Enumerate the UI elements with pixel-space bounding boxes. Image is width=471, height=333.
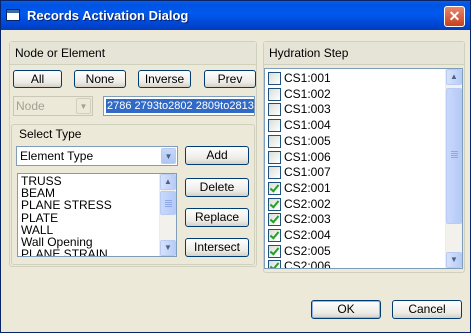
unchecked-checkbox[interactable]: [268, 72, 281, 85]
hydration-step-label: CS1:007: [284, 165, 331, 180]
close-button[interactable]: ✕: [444, 6, 465, 27]
hydration-step-label: CS2:003: [284, 212, 331, 227]
scroll-thumb[interactable]: [160, 191, 176, 215]
unchecked-checkbox[interactable]: [268, 150, 281, 164]
node-or-element-header: Node or Element: [10, 42, 256, 65]
unchecked-checkbox[interactable]: [268, 119, 281, 133]
scroll-down-icon[interactable]: ▼: [160, 240, 176, 256]
scroll-thumb[interactable]: [446, 88, 462, 224]
hydration-step-label: CS2:004: [284, 228, 331, 242]
hydration-step-header: Hydration Step: [264, 42, 464, 65]
ok-button[interactable]: OK: [311, 300, 381, 319]
scroll-up-icon[interactable]: ▲: [160, 174, 176, 190]
chevron-down-icon[interactable]: ▼: [161, 148, 176, 164]
records-activation-dialog: Records Activation Dialog ✕ Node or Elem…: [0, 0, 471, 333]
hydration-step-label: CS2:001: [284, 180, 331, 195]
node-element-type-combo[interactable]: Node ▼: [13, 96, 93, 116]
checked-checkbox[interactable]: [268, 181, 281, 195]
select-none-button[interactable]: None: [74, 70, 126, 88]
hydration-step-label: CS2:005: [284, 243, 331, 258]
inverse-button[interactable]: Inverse: [138, 70, 191, 88]
list-item[interactable]: PLANE STRESS: [21, 199, 112, 211]
element-type-combo[interactable]: Element Type ▼: [16, 146, 178, 166]
hydration-step-label: CS2:006: [284, 259, 331, 269]
selection-id-field[interactable]: 2786 2793to2802 2809to2813: [103, 96, 255, 116]
intersect-button[interactable]: Intersect: [185, 238, 249, 257]
unchecked-checkbox[interactable]: [268, 134, 281, 148]
unchecked-checkbox[interactable]: [268, 166, 281, 180]
hydration-step-title: Hydration Step: [269, 46, 349, 60]
scroll-up-icon[interactable]: ▲: [446, 69, 462, 85]
delete-button[interactable]: Delete: [185, 178, 249, 197]
window-title: Records Activation Dialog: [27, 8, 189, 23]
prev-button[interactable]: Prev: [204, 70, 256, 88]
selection-id-text: 2786 2793to2802 2809to2813: [106, 99, 254, 113]
unchecked-checkbox[interactable]: [268, 87, 281, 101]
node-element-type-value: Node: [16, 99, 45, 113]
hydration-step-label: CS2:002: [284, 196, 331, 211]
element-type-list: TRUSS BEAM PLANE STRESS PLATE WALL Wall Openi…: [21, 175, 112, 256]
hydration-step-label: CS1:005: [284, 133, 331, 148]
list-item[interactable]: PLANE STRAIN: [21, 248, 112, 256]
type-list-scrollbar[interactable]: ▲ ▼: [159, 174, 176, 256]
title-bar[interactable]: Records Activation Dialog ✕: [1, 1, 470, 30]
hydration-step-label: CS1:006: [284, 149, 331, 164]
node-or-element-title: Node or Element: [15, 46, 106, 60]
checked-checkbox[interactable]: [268, 229, 281, 242]
hydration-step-label: CS1:003: [284, 102, 331, 117]
hydration-step-list[interactable]: CS1:001 CS1:002 CS1:003 CS1:004 CS1:005 CS1:0…: [264, 68, 463, 269]
element-type-value: Element Type: [20, 149, 94, 163]
scroll-down-icon[interactable]: ▼: [446, 252, 462, 268]
list-item[interactable]: PLATE: [21, 211, 112, 224]
checked-checkbox[interactable]: [268, 244, 281, 258]
checked-checkbox[interactable]: [268, 213, 281, 227]
select-all-button[interactable]: All: [13, 70, 62, 88]
unchecked-checkbox[interactable]: [268, 103, 281, 117]
hydration-step-label: CS1:002: [284, 86, 331, 101]
hydration-scrollbar[interactable]: ▲ ▼: [445, 69, 462, 268]
select-type-title: Select Type: [19, 127, 82, 141]
hydration-step-label: CS1:004: [284, 118, 331, 133]
cancel-button[interactable]: Cancel: [392, 300, 462, 319]
hydration-step-label: CS1:001: [284, 71, 331, 85]
combo-dropdown-arrow-icon[interactable]: ▼: [76, 98, 91, 114]
checked-checkbox[interactable]: [268, 197, 281, 211]
replace-button[interactable]: Replace: [185, 208, 249, 227]
app-window-icon: [6, 9, 20, 21]
checked-checkbox[interactable]: [268, 260, 281, 268]
element-type-listbox[interactable]: TRUSS BEAM PLANE STRESS PLATE WALL Wall Openi…: [17, 173, 177, 257]
add-button[interactable]: Add: [185, 146, 249, 165]
